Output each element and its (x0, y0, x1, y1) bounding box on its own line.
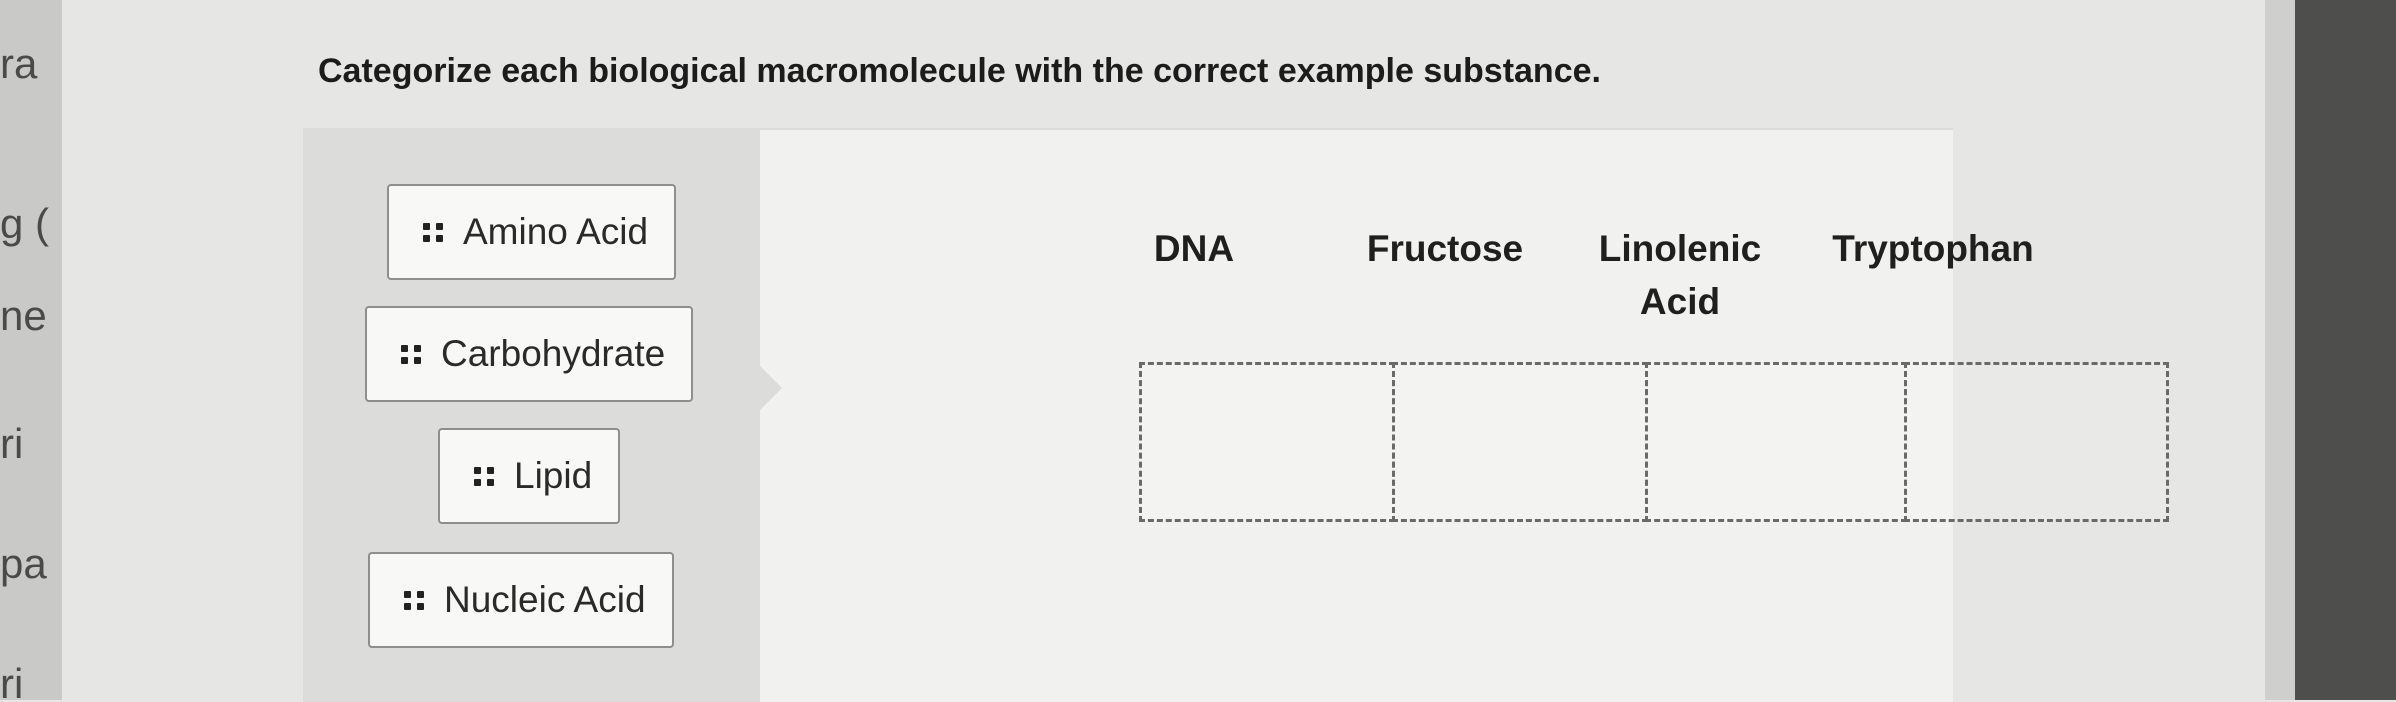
drop-zone-dna[interactable] (1139, 362, 1395, 522)
answer-bank: Amino Acid Carbohydrate Lipid Nucleic Ac… (303, 130, 760, 702)
target-label-fructose: Fructose (1366, 228, 1524, 269)
bank-pointer (760, 366, 782, 410)
background-text-fragment: g ( (0, 200, 50, 247)
page-right-edge (2265, 0, 2396, 700)
categorize-panel: Amino Acid Carbohydrate Lipid Nucleic Ac… (303, 128, 2169, 702)
draggable-chip-nucleic-acid[interactable]: Nucleic Acid (368, 552, 674, 648)
dark-edge-bar (2295, 0, 2396, 700)
drop-zone-tryptophan[interactable] (1904, 362, 2169, 522)
draggable-chip-amino-acid[interactable]: Amino Acid (387, 184, 677, 280)
background-page-strip: ra g ( ne ri pa ri (0, 0, 62, 700)
drop-zone-linolenic-acid[interactable] (1645, 362, 1907, 522)
draggable-chip-lipid[interactable]: Lipid (438, 428, 621, 524)
drag-handle-icon (474, 466, 494, 486)
background-text-fragment: ri (0, 420, 24, 467)
drag-handle-icon (401, 344, 421, 364)
background-text-fragment: ri (0, 660, 24, 700)
background-text-fragment: pa (0, 540, 47, 587)
drag-handle-icon (404, 590, 424, 610)
drop-zone-fructose[interactable] (1392, 362, 1648, 522)
question-prompt: Categorize each biological macromolecule… (318, 52, 1601, 90)
background-text-fragment: ne (0, 292, 47, 339)
chip-label: Carbohydrate (441, 333, 666, 374)
chip-label: Nucleic Acid (444, 579, 646, 620)
chip-label: Lipid (514, 455, 593, 496)
drop-zone-row (1139, 362, 2169, 522)
target-label-linolenic-acid: Linolenic Acid (1598, 228, 1762, 322)
target-label-tryptophan: Tryptophan (1832, 228, 2034, 269)
target-label-dna: DNA (1153, 228, 1235, 269)
drag-handle-icon (423, 222, 443, 242)
draggable-chip-carbohydrate[interactable]: Carbohydrate (365, 306, 694, 402)
background-text-fragment: ra (0, 40, 38, 87)
chip-label: Amino Acid (463, 211, 649, 252)
